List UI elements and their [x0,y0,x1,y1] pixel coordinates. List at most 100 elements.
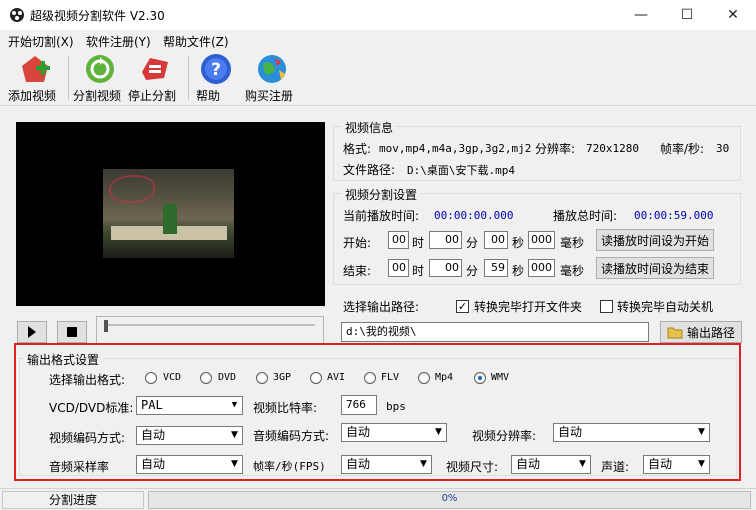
progress-percent: 0% [441,493,458,504]
split-video-button[interactable]: 分割视频 [73,52,127,104]
menu-register[interactable]: 软件注册(Y) [86,33,151,50]
start-ms-input[interactable]: 000 [528,231,555,249]
chevron-down-icon: ▼ [435,427,442,437]
format-radio-avi[interactable] [310,372,322,384]
minimize-button[interactable]: — [618,0,664,30]
format-radio-flv[interactable] [364,372,376,384]
select-format-label: 选择输出格式: [49,373,126,387]
bitrate-input[interactable]: 766 [341,395,377,415]
add-video-icon [22,56,50,82]
play-icon [28,326,36,338]
menu-help-file[interactable]: 帮助文件(Z) [163,33,229,50]
maximize-button[interactable]: ☐ [664,0,710,30]
split-progress-bar: 0% [148,491,751,509]
channel-label: 声道: [601,460,630,474]
end-hour-input[interactable]: 00 [388,259,409,277]
end-label: 结束: [343,264,372,278]
help-icon: ? [201,54,231,84]
end-ms-input[interactable]: 000 [528,259,555,277]
chevron-down-icon: ▼ [231,430,238,440]
format-vcd-label: VCD [163,372,182,383]
start-second-input[interactable]: 00 [484,231,508,249]
resolution-label: 分辨率: [535,142,576,156]
format-value: mov,mp4,m4a,3gp,3g2,mj2 [379,142,532,155]
total-time-label: 播放总时间: [553,209,618,223]
output-fps-label: 帧率/秒(FPS) [253,460,326,473]
format-radio-dvd[interactable] [200,372,212,384]
fps-label: 帧率/秒: [660,142,705,156]
bitrate-label: 视频比特率: [253,401,318,415]
close-button[interactable]: ✕ [710,0,756,30]
video-resolution-select[interactable]: 自动 ▼ [553,423,710,442]
play-button[interactable] [17,321,47,343]
output-path-button[interactable]: 输出路径 [660,321,742,343]
output-fps-select[interactable]: 自动 ▼ [341,455,432,474]
set-end-button[interactable]: 读播放时间设为结束 [596,257,714,279]
buy-register-button[interactable]: 购买注册 [245,52,299,104]
format-radio-3gp[interactable] [256,372,268,384]
globe-icon [258,55,286,83]
fps-value: 30 [716,142,730,155]
sample-rate-label: 音频采样率 [49,460,110,474]
stop-split-button[interactable]: 停止分割 [128,52,182,104]
resolution-value: 720x1280 [586,142,639,155]
end-second-input[interactable]: 59 [484,259,508,277]
video-codec-label: 视频编码方式: [49,431,126,445]
audio-codec-select[interactable]: 自动 ▼ [341,423,447,442]
add-video-button[interactable]: 添加视频 [8,52,62,104]
format-radio-vcd[interactable] [145,372,157,384]
format-radio-mp4[interactable] [418,372,430,384]
format-label: 格式: [343,142,372,156]
current-time-value: 00:00:00.000 [434,209,514,222]
end-minute-input[interactable]: 00 [429,259,462,277]
folder-icon [667,327,683,339]
bitrate-unit: bps [386,400,406,413]
video-preview [16,122,325,306]
video-size-label: 视频尺寸: [446,460,499,474]
svg-text:?: ? [211,60,221,80]
chevron-down-icon: ▼ [231,459,238,469]
output-path-input[interactable]: d:\我的视频\ [341,322,649,342]
open-folder-checkbox[interactable]: ✓ [456,300,469,313]
audio-codec-label: 音频编码方式: [253,429,330,443]
split-video-icon [86,55,114,83]
format-flv-label: FLV [381,372,400,383]
chevron-down-icon: ▼ [420,459,427,469]
format-radio-wmv[interactable] [474,372,486,384]
window-title: 超级视频分割软件 V2.30 [30,9,165,23]
output-path-label: 选择输出路径: [343,300,420,314]
video-frame-image [103,169,234,258]
video-codec-select[interactable]: 自动 ▼ [136,426,243,445]
menu-bar: 开始切割(X) 软件注册(Y) 帮助文件(Z) [0,30,756,50]
file-path-label: 文件路径: [343,163,396,177]
standard-select[interactable]: PAL ▼ [136,396,243,415]
status-bar: 分割进度 0% [0,488,756,510]
format-avi-label: AVI [327,372,346,383]
format-dvd-label: DVD [218,372,237,383]
video-resolution-label: 视频分辨率: [472,429,537,443]
open-folder-label: 转换完毕打开文件夹 [474,300,583,314]
video-size-select[interactable]: 自动 ▼ [511,455,591,474]
shutdown-checkbox[interactable] [600,300,613,313]
start-hour-input[interactable]: 00 [388,231,409,249]
playback-slider[interactable] [96,316,324,344]
ms-unit: 毫秒 [560,236,585,250]
ms-unit: 毫秒 [560,264,585,278]
help-button[interactable]: ? 帮助 [196,52,236,104]
hour-unit: 时 [412,264,425,278]
video-info-title: 视频信息 [342,119,397,136]
current-time-label: 当前播放时间: [343,209,420,223]
slider-thumb[interactable] [104,320,108,332]
chevron-down-icon: ▼ [579,459,586,469]
sample-rate-select[interactable]: 自动 ▼ [136,455,243,474]
format-3gp-label: 3GP [273,372,292,383]
set-start-button[interactable]: 读播放时间设为开始 [596,229,714,251]
channel-select[interactable]: 自动 ▼ [643,455,710,474]
toolbar-separator [68,56,69,100]
menu-start-cut[interactable]: 开始切割(X) [8,33,74,50]
stop-icon [67,327,77,337]
start-minute-input[interactable]: 00 [429,231,462,249]
stop-button[interactable] [57,321,87,343]
output-format-title: 输出格式设置 [24,351,103,368]
second-unit: 秒 [512,236,525,250]
